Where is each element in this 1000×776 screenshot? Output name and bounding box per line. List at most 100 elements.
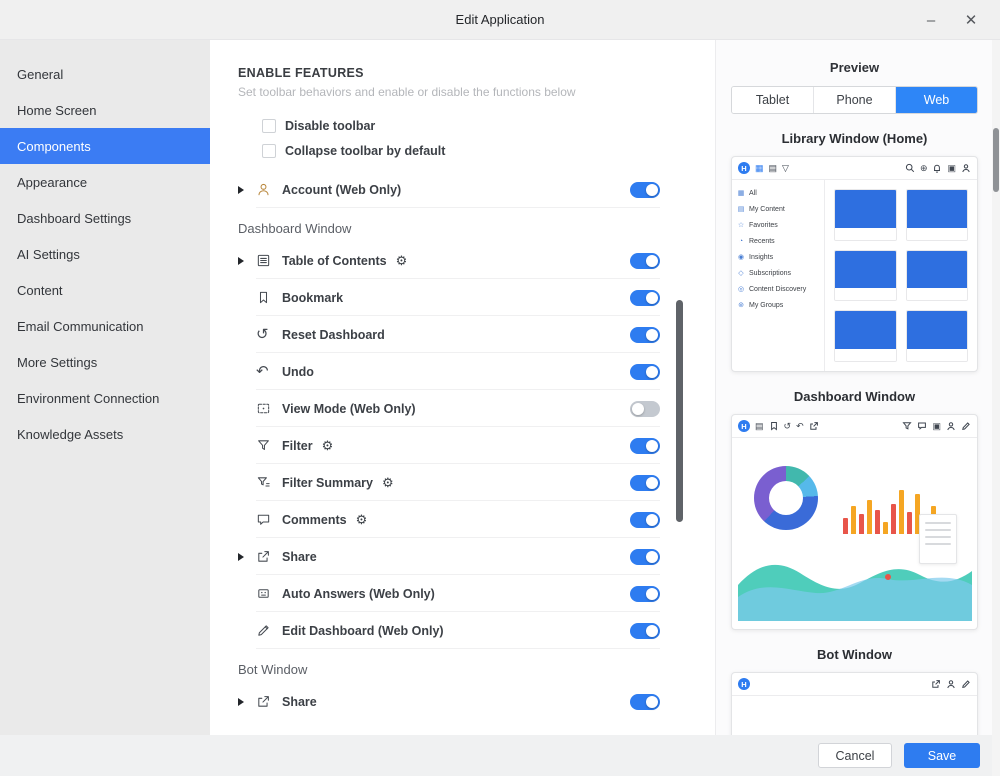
minimize-icon[interactable]: – — [914, 0, 948, 40]
tab-web[interactable]: Web — [895, 87, 977, 113]
list-item: ⊚ My Groups — [737, 297, 819, 313]
feature-row-undo: ↶ Undo — [238, 353, 660, 390]
person-icon — [962, 164, 970, 173]
checkbox-icon[interactable] — [262, 143, 276, 158]
gear-icon[interactable]: ⚙ — [322, 439, 334, 452]
gear-icon[interactable]: ⚙ — [382, 476, 394, 489]
sidebar-item-ai-settings[interactable]: AI Settings — [0, 236, 210, 272]
list-item-label: All — [749, 189, 757, 197]
disable-toolbar-checkbox-row[interactable]: Disable toolbar — [262, 113, 715, 138]
sidebar-item-knowledge-assets[interactable]: Knowledge Assets — [0, 416, 210, 452]
toggle-bot-share[interactable] — [630, 693, 660, 710]
toggle-auto-answers[interactable] — [630, 585, 660, 602]
gear-icon[interactable]: ⚙ — [396, 254, 408, 267]
sidebar-item-components[interactable]: Components — [0, 128, 210, 164]
toggle-account[interactable] — [630, 181, 660, 198]
dashboard-window-title: Dashboard Window — [793, 389, 916, 404]
toggle-share[interactable] — [630, 548, 660, 565]
toggle-view-mode[interactable] — [630, 400, 660, 417]
window-scrollbar-thumb[interactable] — [993, 128, 999, 192]
sidebar-item-general[interactable]: General — [0, 56, 210, 92]
share-icon — [809, 422, 818, 430]
close-icon[interactable]: ✕ — [954, 0, 988, 40]
expand-arrow-icon[interactable] — [238, 698, 256, 706]
section-title-bot-window: Bot Window — [238, 661, 308, 677]
bot-preview-card: H — [731, 672, 978, 735]
filter-summary-icon — [256, 475, 282, 490]
library-preview-grid — [825, 180, 977, 371]
settings-sidebar: General Home Screen Components Appearanc… — [0, 40, 210, 735]
feature-row-share: Share — [238, 538, 660, 575]
sidebar-item-label: More Settings — [17, 354, 98, 370]
sidebar-item-home-screen[interactable]: Home Screen — [0, 92, 210, 128]
mini-note-card — [919, 514, 957, 564]
toggle-comments[interactable] — [630, 511, 660, 528]
undo-icon: ↶ — [796, 420, 804, 431]
save-button[interactable]: Save — [904, 743, 980, 768]
favorites-icon: ☆ — [737, 221, 745, 229]
library-preview-body: ▦ All ▤ My Content ☆ Favorites ◔ Recents ◉ In… — [732, 180, 977, 371]
content-scrollbar[interactable] — [676, 300, 683, 522]
gear-icon[interactable]: ⚙ — [356, 513, 368, 526]
library-preview-toolbar: H ▦ ▤ ▽ ⊕ ▣ — [732, 157, 977, 180]
sidebar-item-email-communication[interactable]: Email Communication — [0, 308, 210, 344]
checkbox-label: Disable toolbar — [285, 118, 376, 133]
toggle-knob — [646, 254, 658, 267]
sidebar-item-label: Knowledge Assets — [17, 426, 124, 442]
feature-row-table-of-contents: Table of Contents ⚙ — [238, 242, 660, 279]
edit-pencil-icon — [962, 680, 970, 688]
reset-icon: ↺ — [783, 420, 792, 431]
expand-arrow-icon[interactable] — [238, 186, 256, 194]
sidebar-item-label: Environment Connection — [17, 390, 160, 406]
filter-icon: ▽ — [782, 162, 789, 173]
list-item: ▤ My Content — [737, 201, 819, 217]
list-item: ☆ Favorites — [737, 217, 819, 233]
dashboard-preview-card: H ▤ ↺ ↶ ▣ — [731, 414, 978, 630]
recents-icon: ◔ — [738, 237, 744, 245]
sidebar-item-more-settings[interactable]: More Settings — [0, 344, 210, 380]
app-logo-badge: H — [738, 678, 750, 690]
dashboard-preview-body — [732, 438, 977, 629]
list-item-label: My Groups — [749, 301, 784, 309]
toggle-reset-dashboard[interactable] — [630, 326, 660, 343]
expand-arrow-icon[interactable] — [238, 553, 256, 561]
toc-icon: ▤ — [755, 420, 764, 431]
sidebar-item-environment-connection[interactable]: Environment Connection — [0, 380, 210, 416]
filter-icon — [256, 438, 282, 453]
expand-arrow-icon[interactable] — [238, 257, 256, 265]
toggle-edit-dashboard[interactable] — [630, 622, 660, 639]
feature-row-filter-summary: Filter Summary ⚙ — [238, 464, 660, 501]
titlebar: Edit Application – ✕ — [0, 0, 1000, 40]
sidebar-item-label: General — [17, 66, 64, 82]
add-icon: ⊕ — [919, 162, 928, 173]
enable-features-heading: ENABLE FEATURES — [238, 66, 364, 80]
calendar-icon: ▣ — [947, 162, 956, 173]
feature-row-reset-dashboard: ↺ Reset Dashboard — [238, 316, 660, 353]
toggle-filter[interactable] — [630, 437, 660, 454]
toggle-filter-summary[interactable] — [630, 474, 660, 491]
sidebar-item-content[interactable]: Content — [0, 272, 210, 308]
feature-row-view-mode: View Mode (Web Only) — [238, 390, 660, 427]
my-content-icon: ▤ — [737, 205, 745, 213]
checkbox-icon[interactable] — [262, 118, 276, 133]
window-scrollbar[interactable] — [992, 40, 1000, 776]
cancel-button[interactable]: Cancel — [818, 743, 892, 768]
toggle-knob — [646, 587, 658, 600]
toggle-bookmark[interactable] — [630, 289, 660, 306]
section-title-dashboard-window: Dashboard Window — [238, 220, 352, 236]
grid-view-icon: ▦ — [755, 162, 764, 173]
list-view-icon: ▤ — [768, 162, 778, 173]
undo-icon: ↶ — [256, 363, 269, 380]
tab-phone[interactable]: Phone — [813, 87, 895, 113]
tab-tablet[interactable]: Tablet — [732, 87, 813, 113]
sidebar-item-dashboard-settings[interactable]: Dashboard Settings — [0, 200, 210, 236]
list-item-label: Recents — [749, 237, 775, 245]
all-icon: ▦ — [737, 189, 745, 197]
toggle-knob — [646, 183, 658, 196]
collapse-toolbar-checkbox-row[interactable]: Collapse toolbar by default — [262, 138, 715, 163]
checkbox-label: Collapse toolbar by default — [285, 143, 446, 158]
toggle-undo[interactable] — [630, 363, 660, 380]
toggle-table-of-contents[interactable] — [630, 252, 660, 269]
sidebar-item-appearance[interactable]: Appearance — [0, 164, 210, 200]
bookmark-icon — [256, 290, 282, 305]
